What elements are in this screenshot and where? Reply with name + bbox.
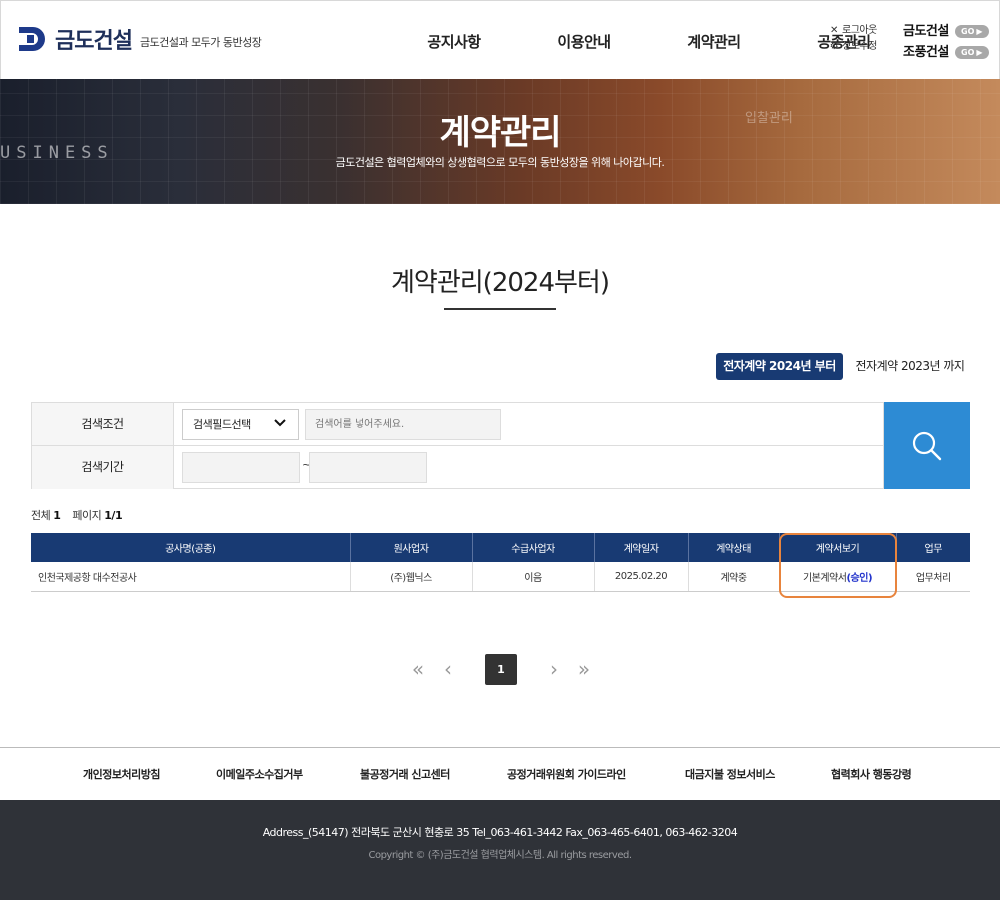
col-date: 계약일자 (594, 533, 689, 562)
nav-notice[interactable]: 공지사항 (389, 31, 519, 52)
footer-copyright: Copyright © (주)금도건설 협력업체시스템. All rights … (368, 850, 632, 861)
search-keyword-input[interactable] (305, 409, 501, 440)
logo-name: 금도건설 (55, 29, 133, 54)
search-field-value: 검색필드선택 (193, 418, 251, 431)
cell-doc-link[interactable]: 기본계약서(승인) (779, 562, 897, 592)
col-doc: 계약서보기 (779, 533, 897, 562)
col-contractor: 수급사업자 (472, 533, 595, 562)
table-header-row: 공사명(공종) 원사업자 수급사업자 계약일자 계약상태 계약서보기 업무 (31, 533, 970, 562)
footer-link-report[interactable]: 불공정거래 신고센터 (360, 766, 450, 782)
play-icon: ▶ (976, 27, 983, 36)
footer-link-ftc-guide[interactable]: 공정거래위원회 가이드라인 (507, 766, 626, 782)
search-row-condition: 검색조건 검색필드선택 (32, 403, 883, 446)
company-name: 조풍건설 (903, 45, 949, 60)
edit-info-label: 정보수정 (842, 41, 877, 52)
tab-contract-2024[interactable]: 전자계약 2024년 부터 (716, 353, 843, 380)
cell-status: 계약중 (688, 562, 780, 592)
col-principal: 원사업자 (350, 533, 473, 562)
search-form: 검색조건 검색필드선택 검색기간 ~ (31, 402, 884, 489)
company-switcher: 금도건설 GO ▶ 조풍건설 GO ▶ (903, 21, 989, 63)
search-period-label: 검색기간 (32, 446, 174, 489)
search-icon (912, 431, 942, 460)
logo-slogan: 금도건설과 모두가 동반성장 (139, 36, 262, 49)
play-icon: ▶ (976, 48, 983, 57)
footer-links: 개인정보처리방침 이메일주소수집거부 불공정거래 신고센터 공정거래위원회 가이… (0, 747, 1000, 800)
go-label: GO (961, 27, 975, 36)
col-action: 업무 (896, 533, 970, 562)
pagination: « ‹ 1 › » (406, 654, 606, 685)
footer-info: Address_(54147) 전라북도 군산시 현충로 35 Tel_063-… (0, 800, 1000, 900)
go-button[interactable]: GO ▶ (955, 25, 989, 38)
date-to-input[interactable] (309, 452, 427, 483)
search-condition-label: 검색조건 (32, 403, 174, 445)
cell-principal: (주)웹닉스 (350, 562, 473, 592)
cell-action-link[interactable]: 업무처리 (896, 562, 970, 592)
cell-contractor: 이음 (472, 562, 595, 592)
company-link-jopung[interactable]: 조풍건설 GO ▶ (903, 42, 989, 63)
logo[interactable]: 금도건설 금도건설과 모두가 동반성장 (17, 23, 262, 55)
first-page-button[interactable]: « (406, 654, 430, 685)
footer-address: Address_(54147) 전라북도 군산시 현충로 35 Tel_063-… (262, 826, 738, 839)
prev-page-button[interactable]: ‹ (436, 654, 460, 685)
contract-table: 공사명(공종) 원사업자 수급사업자 계약일자 계약상태 계약서보기 업무 인천… (31, 533, 970, 592)
total-count: 1 (53, 509, 61, 522)
last-page-button[interactable]: » (572, 654, 596, 685)
company-name: 금도건설 (903, 24, 949, 39)
date-from-input[interactable] (182, 452, 300, 483)
search-field-select[interactable]: 검색필드선택 (182, 409, 299, 440)
close-icon: ✕ (830, 25, 838, 36)
footer-link-privacy[interactable]: 개인정보처리방침 (83, 766, 160, 782)
col-status: 계약상태 (688, 533, 780, 562)
logo-mark-icon (19, 27, 45, 51)
footer-link-conduct[interactable]: 협력회사 행동강령 (831, 766, 912, 782)
page-count: 1/1 (104, 509, 123, 522)
page-label: 페이지 (72, 509, 102, 522)
col-project: 공사명(공종) (31, 533, 351, 562)
cell-date: 2025.02.20 (594, 562, 689, 592)
banner-subtitle: 금도건설은 협력업체와의 상생협력으로 모두의 동반성장을 위해 나아갑니다. (335, 156, 665, 169)
nav-contract[interactable]: 계약관리 (649, 31, 779, 52)
util-menu: ✕ 로그아웃 ⚙ 정보수정 (829, 23, 878, 55)
doc-label: 기본계약서 (802, 572, 847, 584)
footer-link-email-refuse[interactable]: 이메일주소수집거부 (216, 766, 303, 782)
gear-icon: ⚙ (829, 41, 839, 52)
header: 금도건설 금도건설과 모두가 동반성장 공지사항 이용안내 계약관리 공종관리 … (0, 0, 1000, 79)
logout-link[interactable]: ✕ 로그아웃 (829, 23, 877, 39)
go-button[interactable]: GO ▶ (955, 46, 989, 59)
company-link-geumdo[interactable]: 금도건설 GO ▶ (903, 21, 989, 42)
footer-link-payment[interactable]: 대금지불 정보서비스 (685, 766, 775, 782)
cell-project: 인천국제공항 대수전공사 (31, 562, 351, 592)
tab-contract-2023[interactable]: 전자계약 2023년 까지 (850, 353, 970, 380)
go-label: GO (961, 48, 975, 57)
edit-info-link[interactable]: ⚙ 정보수정 (829, 39, 878, 55)
page-title: 계약관리(2024부터) (391, 268, 610, 298)
current-page[interactable]: 1 (485, 654, 517, 685)
search-row-period: 검색기간 ~ (32, 446, 883, 489)
total-label: 전체 (31, 509, 51, 522)
table-row: 인천국제공항 대수전공사 (주)웹닉스 이음 2025.02.20 계약중 기본… (31, 562, 970, 592)
doc-approved-status: (승인) (846, 572, 873, 584)
chevron-down-icon (274, 410, 286, 439)
hero-banner: USINESS 입찰관리 계약관리 금도건설은 협력업체와의 상생협력으로 모두… (0, 79, 1000, 204)
result-summary: 전체 1 페이지 1/1 (31, 507, 123, 523)
logout-label: 로그아웃 (842, 25, 877, 36)
nav-guide[interactable]: 이용안내 (519, 31, 649, 52)
next-page-button[interactable]: › (542, 654, 566, 685)
title-underline (444, 308, 556, 310)
search-button[interactable] (884, 402, 970, 489)
banner-title: 계약관리 (439, 113, 561, 153)
